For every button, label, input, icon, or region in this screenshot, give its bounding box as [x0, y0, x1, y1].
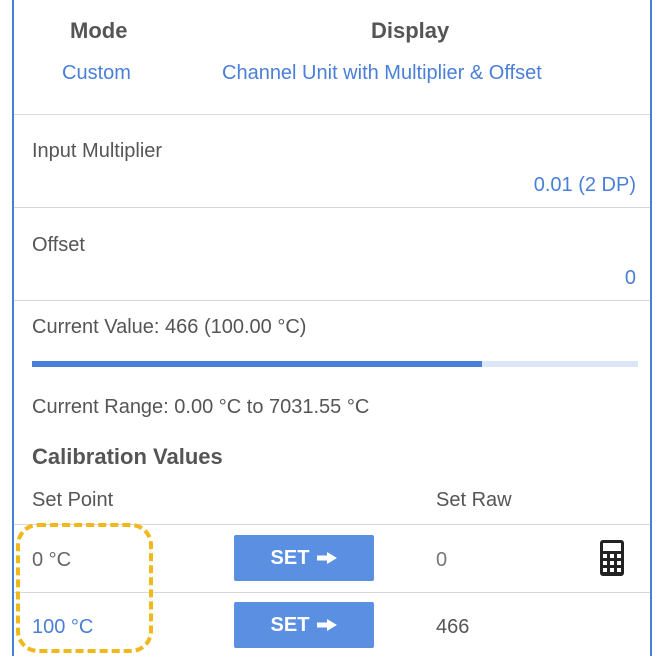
- set-button[interactable]: SET: [234, 535, 374, 581]
- divider: [14, 300, 650, 301]
- set-point-value[interactable]: 100 °C: [32, 616, 93, 639]
- set-button-label: SET: [270, 613, 310, 636]
- divider: [14, 592, 650, 593]
- display-label: Display: [371, 18, 450, 43]
- set-button-label: SET: [270, 546, 310, 569]
- set-raw-value: 466: [436, 616, 470, 638]
- display-value[interactable]: Channel Unit with Multiplier & Offset: [222, 62, 542, 85]
- input-multiplier-value[interactable]: 0.01 (2 DP): [534, 174, 636, 197]
- right-arrow-icon: [317, 619, 338, 631]
- calibration-panel: Mode Custom Display Channel Unit with Mu…: [12, 0, 652, 656]
- current-value-progress-bar: [32, 361, 638, 367]
- offset-value[interactable]: 0: [625, 267, 636, 290]
- divider: [14, 524, 650, 525]
- right-arrow-icon: [317, 552, 338, 564]
- set-raw-column-header: Set Raw: [436, 489, 512, 511]
- set-point-value[interactable]: 0 °C: [32, 549, 71, 572]
- calculator-icon[interactable]: [600, 540, 624, 576]
- offset-label: Offset: [32, 234, 85, 256]
- current-range-text: Current Range: 0.00 °C to 7031.55 °C: [32, 396, 370, 418]
- divider: [14, 114, 650, 115]
- mode-value[interactable]: Custom: [62, 62, 131, 85]
- input-multiplier-label: Input Multiplier: [32, 140, 163, 162]
- mode-label: Mode: [70, 18, 128, 43]
- current-value-text: Current Value: 466 (100.00 °C): [32, 316, 307, 338]
- set-raw-value: 0: [436, 549, 448, 571]
- divider: [14, 207, 650, 208]
- set-point-column-header: Set Point: [32, 489, 114, 511]
- current-value-progress-fill: [32, 361, 483, 367]
- calibration-values-title: Calibration Values: [32, 444, 223, 469]
- set-button[interactable]: SET: [234, 602, 374, 648]
